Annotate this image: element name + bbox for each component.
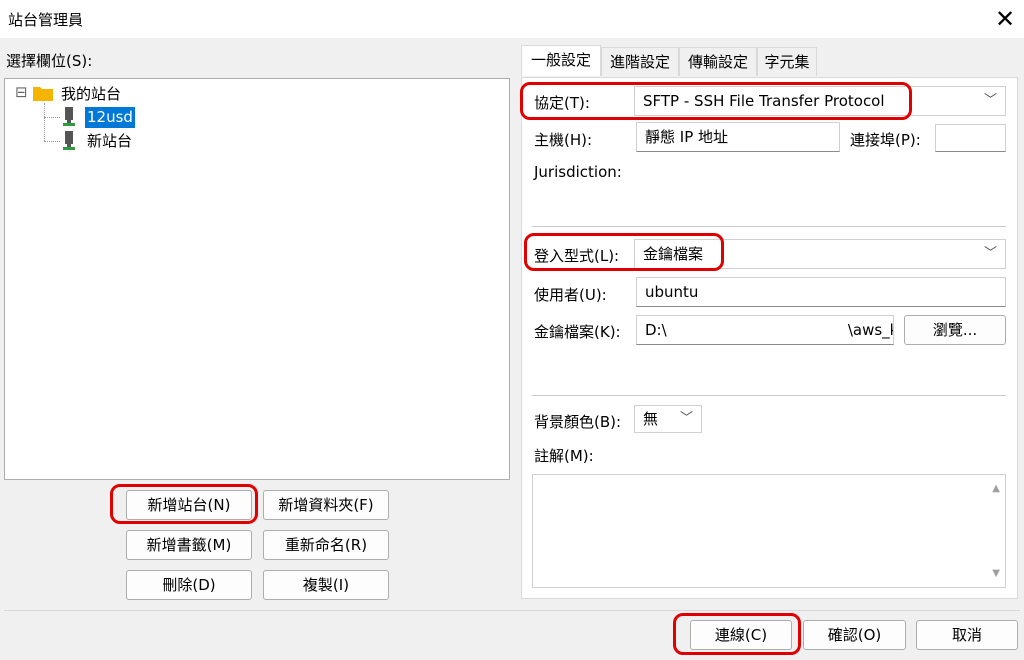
cancel-button[interactable]: 取消 <box>916 620 1018 650</box>
new-site-button[interactable]: 新增站台(N) <box>126 490 252 520</box>
window-title: 站台管理員 <box>8 11 84 29</box>
keyfile-field[interactable]: D:\ \aws_key\E <box>636 315 894 345</box>
tree-connector <box>44 117 60 118</box>
collapse-icon[interactable]: ⊟ <box>15 83 28 101</box>
section-divider <box>532 395 1006 396</box>
protocol-label: 協定(T): <box>534 94 590 112</box>
keyfile-label: 金鑰檔案(K): <box>534 323 621 341</box>
login-type-select[interactable]: 金鑰檔案 ﹀ <box>634 239 1006 269</box>
bgcolor-value: 無 <box>643 410 659 428</box>
bgcolor-label: 背景顏色(B): <box>534 413 622 431</box>
host-field[interactable]: 靜態 IP 地址 <box>636 122 840 152</box>
comment-label: 註解(M): <box>534 447 594 465</box>
scroll-up-icon[interactable]: ▲ <box>992 483 1000 494</box>
tree-root-label[interactable]: 我的站台 <box>61 83 121 104</box>
port-field[interactable] <box>935 124 1006 152</box>
connect-button[interactable]: 連線(C) <box>690 620 792 650</box>
tab-transfer[interactable]: 傳輸設定 <box>679 47 757 76</box>
site-tree[interactable]: ⊟ 我的站台 12usd 新站台 <box>4 78 510 480</box>
new-folder-button[interactable]: 新增資料夾(F) <box>263 490 389 520</box>
chevron-down-icon: ﹀ <box>983 246 997 261</box>
comment-textarea[interactable]: ▲ ▼ <box>532 474 1006 588</box>
chevron-down-icon: ﹀ <box>983 93 997 108</box>
select-entry-label: 選擇欄位(S): <box>6 52 93 70</box>
tab-advanced[interactable]: 進階設定 <box>601 47 679 76</box>
folder-icon <box>33 85 53 101</box>
server-icon <box>63 107 75 127</box>
protocol-select[interactable]: SFTP - SSH File Transfer Protocol ﹀ <box>634 86 1006 116</box>
jurisdiction-label: Jurisdiction: <box>534 163 622 181</box>
protocol-value: SFTP - SSH File Transfer Protocol <box>643 92 885 110</box>
section-divider <box>532 226 1006 227</box>
port-label: 連接埠(P): <box>850 131 921 149</box>
bgcolor-select[interactable]: 無 ﹀ <box>634 405 702 433</box>
login-type-value: 金鑰檔案 <box>643 245 704 263</box>
copy-button[interactable]: 複製(I) <box>263 570 389 600</box>
login-type-label: 登入型式(L): <box>534 247 620 265</box>
tree-site-item[interactable]: 12usd <box>85 107 135 128</box>
host-label: 主機(H): <box>534 131 593 149</box>
ok-button[interactable]: 確認(O) <box>803 620 906 650</box>
server-icon <box>63 131 75 151</box>
tab-general[interactable]: 一般設定 <box>521 45 601 76</box>
tree-site-item[interactable]: 新站台 <box>87 131 132 152</box>
rename-button[interactable]: 重新命名(R) <box>263 530 389 560</box>
chevron-down-icon: ﹀ <box>679 411 693 426</box>
browse-button[interactable]: 瀏覽... <box>904 315 1006 345</box>
title-bar: 站台管理員 ✕ <box>0 0 1024 38</box>
user-field[interactable]: ubuntu <box>636 277 1006 307</box>
new-bookmark-button[interactable]: 新增書籤(M) <box>126 530 252 560</box>
tree-connector <box>44 141 60 142</box>
tree-connector <box>44 103 45 141</box>
close-icon[interactable]: ✕ <box>990 4 1020 34</box>
footer-divider <box>4 610 1020 611</box>
scroll-down-icon[interactable]: ▼ <box>992 568 1000 579</box>
user-label: 使用者(U): <box>534 286 607 304</box>
tab-charset[interactable]: 字元集 <box>757 47 817 76</box>
delete-button[interactable]: 刪除(D) <box>126 570 252 600</box>
